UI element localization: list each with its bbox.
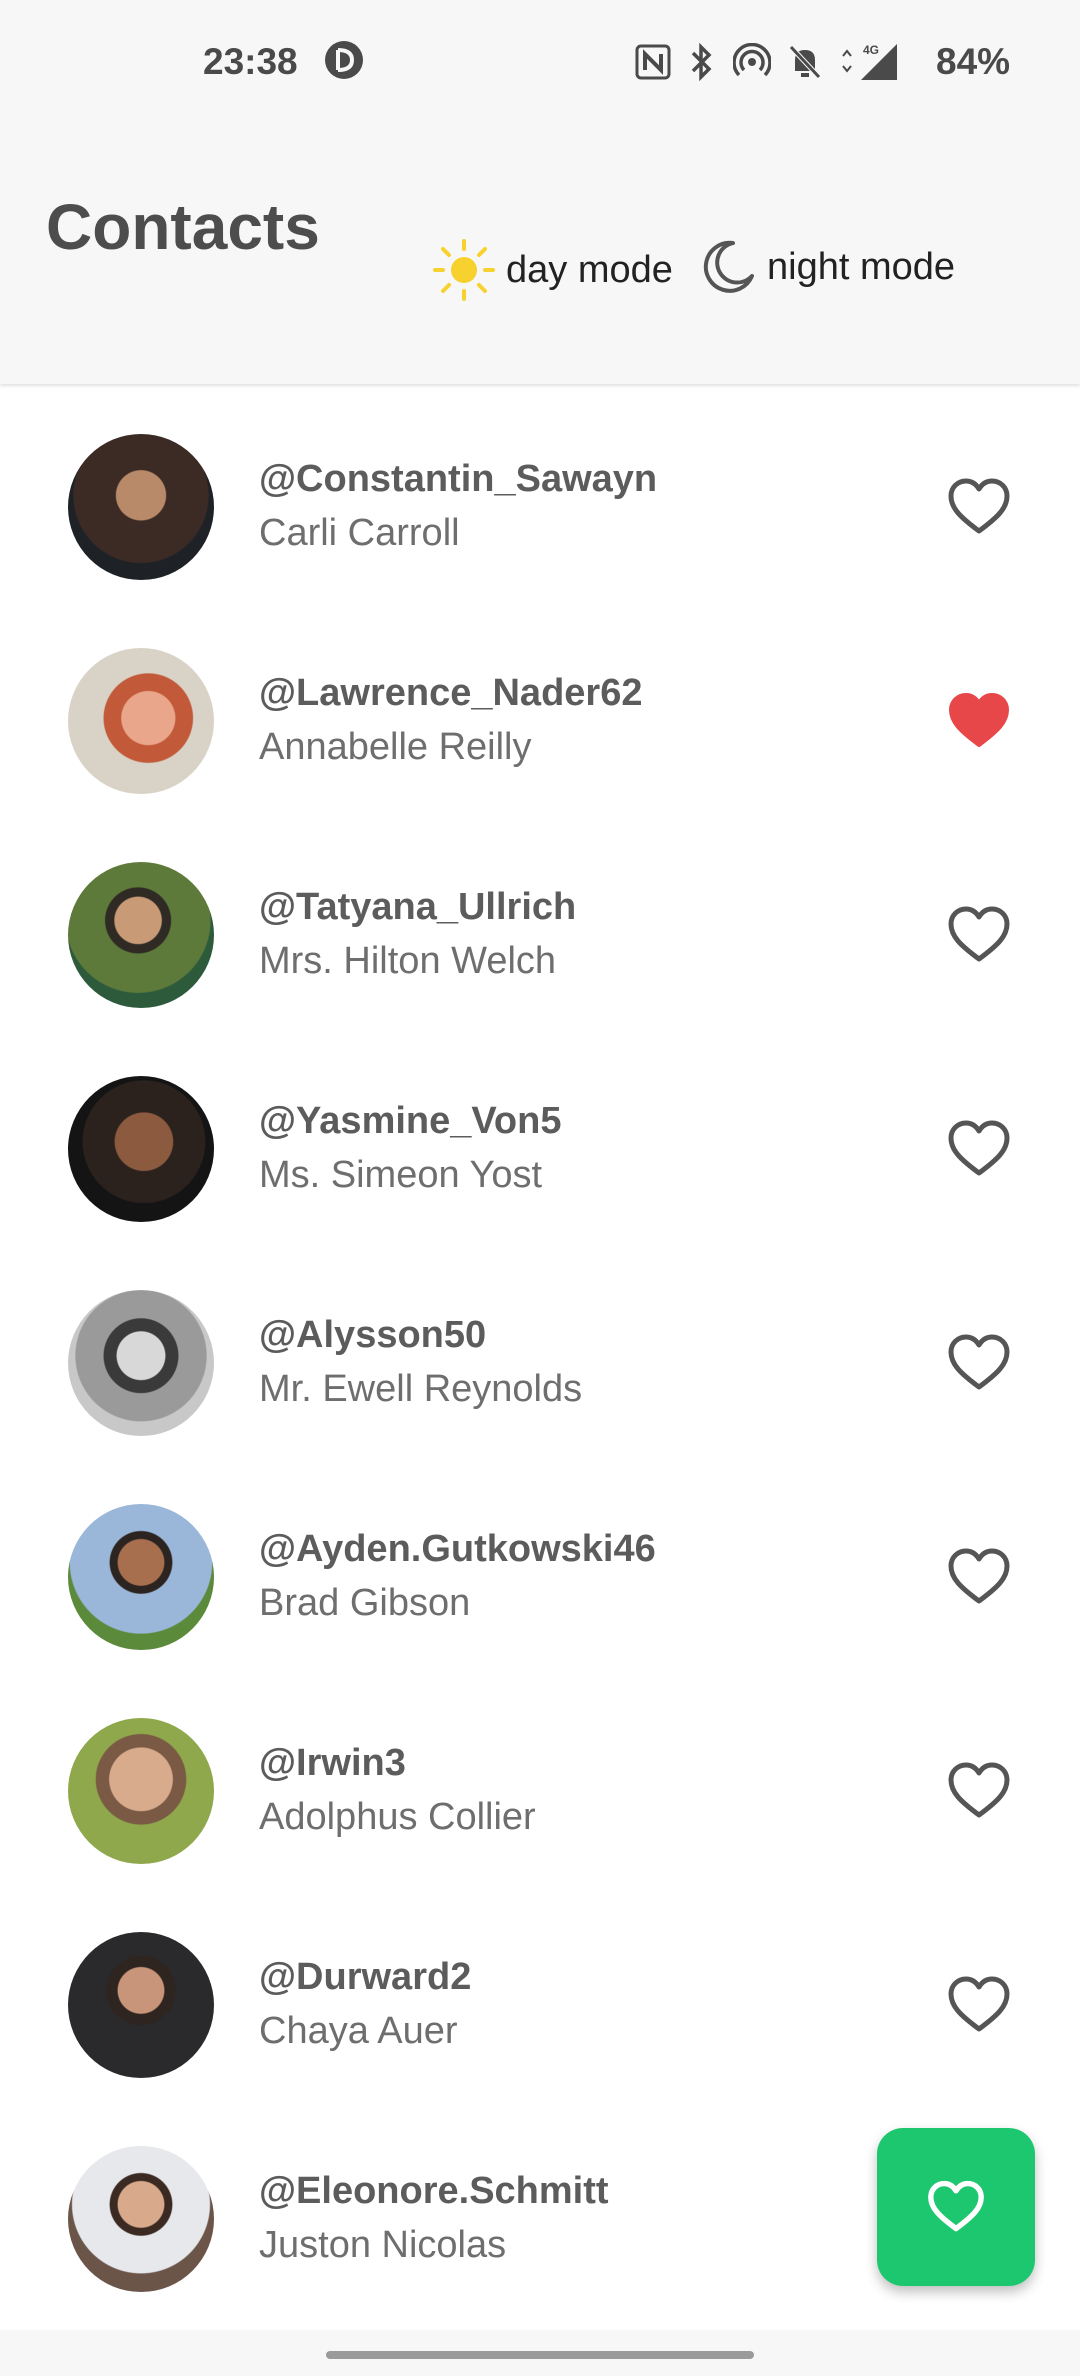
avatar [68, 1076, 214, 1222]
contact-name: Mrs. Hilton Welch [259, 940, 557, 982]
avatar [68, 862, 214, 1008]
contact-handle: @Durward2 [259, 1956, 472, 1998]
heart-outline-icon[interactable] [946, 1761, 1012, 1821]
contact-handle: @Alysson50 [259, 1314, 487, 1356]
contact-name: Annabelle Reilly [259, 726, 532, 768]
contact-handle: @Yasmine_Von5 [259, 1100, 562, 1142]
avatar [68, 648, 214, 794]
contact-name: Juston Nicolas [259, 2224, 507, 2266]
list-item[interactable]: @Yasmine_Von5 Ms. Simeon Yost [0, 1042, 1080, 1256]
contact-name: Mr. Ewell Reynolds [259, 1368, 583, 1410]
list-item[interactable]: @Ayden.Gutkowski46 Brad Gibson [0, 1470, 1080, 1684]
avatar [68, 1290, 214, 1436]
gesture-handle[interactable] [326, 2351, 754, 2359]
contact-handle: @Eleonore.Schmitt [259, 2170, 609, 2212]
sun-icon [433, 239, 495, 301]
status-bar: 23:38 4G 84% [0, 0, 1080, 124]
contact-handle: @Irwin3 [259, 1742, 406, 1784]
avatar [68, 1718, 214, 1864]
contact-handle: @Ayden.Gutkowski46 [259, 1528, 656, 1570]
contact-name: Chaya Auer [259, 2010, 458, 2052]
contact-name: Adolphus Collier [259, 1796, 536, 1838]
day-mode-button[interactable]: day mode [432, 238, 673, 302]
heart-icon [928, 2180, 984, 2232]
avatar [68, 1504, 214, 1650]
list-item[interactable]: @Constantin_Sawayn Carli Carroll [0, 400, 1080, 614]
mute-icon [789, 45, 821, 79]
day-mode-label: day mode [506, 248, 673, 291]
moon-icon [703, 240, 754, 293]
list-item[interactable]: @Lawrence_Nader62 Annabelle Reilly [0, 614, 1080, 828]
status-time: 23:38 [203, 41, 298, 82]
list-item[interactable]: @Alysson50 Mr. Ewell Reynolds [0, 1256, 1080, 1470]
heart-outline-icon[interactable] [946, 477, 1012, 537]
heart-filled-icon[interactable] [946, 691, 1012, 751]
heart-outline-icon[interactable] [946, 1975, 1012, 2035]
favorites-fab[interactable] [877, 2128, 1035, 2286]
contact-name: Ms. Simeon Yost [259, 1154, 543, 1196]
contact-handle: @Tatyana_Ullrich [259, 886, 577, 928]
nfc-icon [635, 44, 671, 80]
heart-outline-icon[interactable] [946, 1547, 1012, 1607]
bluetooth-icon [691, 43, 712, 81]
hotspot-icon [733, 43, 771, 77]
page-title: Contacts [46, 191, 320, 263]
battery-level: 84% [936, 41, 1011, 82]
night-mode-label: night mode [767, 245, 956, 288]
status-icons: 4G [635, 40, 899, 84]
network-type: 4G [863, 43, 879, 57]
app-bar: Contacts day mode night mode [0, 124, 1080, 384]
night-mode-button[interactable]: night mode [699, 238, 955, 296]
contact-name: Carli Carroll [259, 512, 460, 554]
list-item[interactable]: @Irwin3 Adolphus Collier [0, 1684, 1080, 1898]
contact-handle: @Constantin_Sawayn [259, 458, 658, 500]
contact-handle: @Lawrence_Nader62 [259, 672, 643, 714]
heart-outline-icon[interactable] [946, 1333, 1012, 1393]
list-item[interactable]: @Durward2 Chaya Auer [0, 1898, 1080, 2112]
heart-outline-icon[interactable] [946, 905, 1012, 965]
contact-name: Brad Gibson [259, 1582, 471, 1624]
signal-icon: 4G [842, 43, 897, 80]
avatar [68, 1932, 214, 2078]
avatar [68, 2146, 214, 2292]
sync-icon [325, 41, 363, 79]
avatar [68, 434, 214, 580]
heart-outline-icon[interactable] [946, 1119, 1012, 1179]
list-item[interactable]: @Tatyana_Ullrich Mrs. Hilton Welch [0, 828, 1080, 1042]
